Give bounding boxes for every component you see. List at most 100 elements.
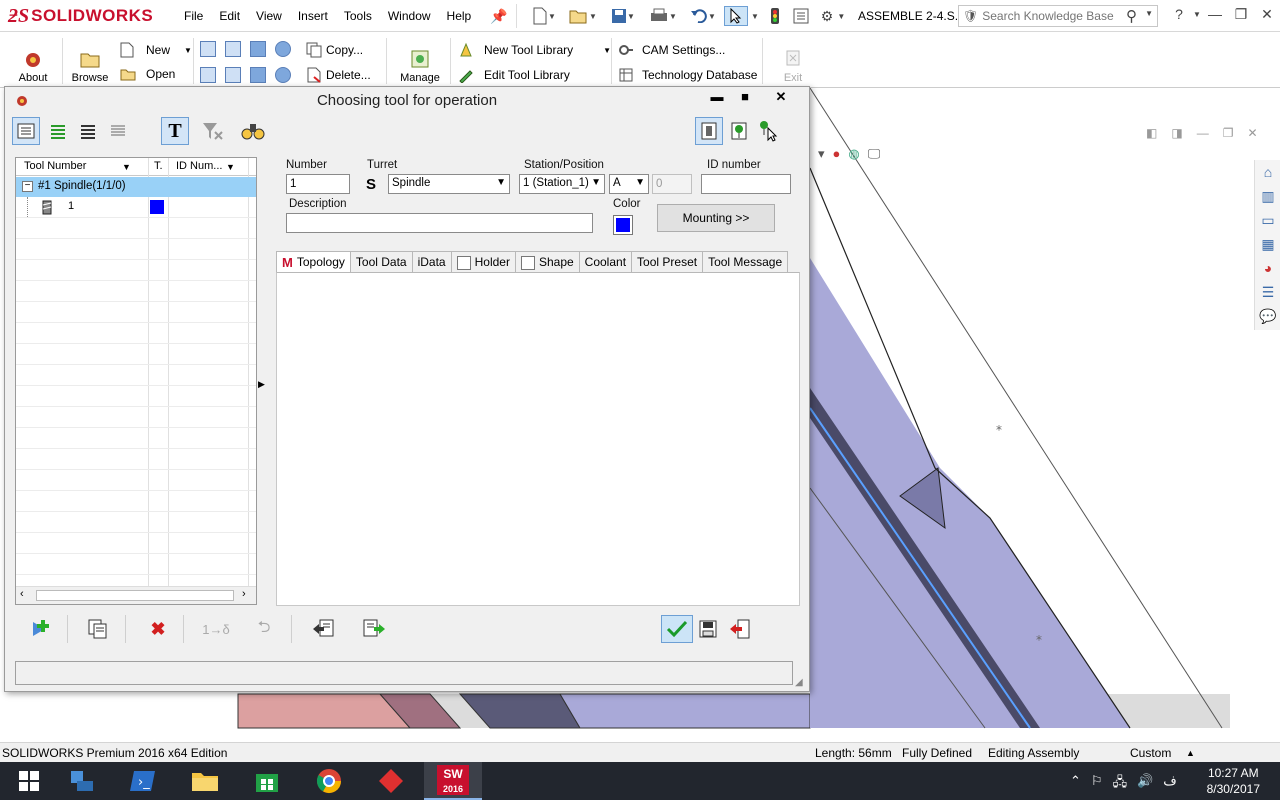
search-input[interactable] bbox=[982, 9, 1133, 23]
menu-window[interactable]: Window bbox=[380, 8, 439, 24]
exit-button[interactable]: Exit bbox=[776, 48, 810, 84]
network-icon[interactable]: 🖧 bbox=[1113, 773, 1128, 795]
new-dropdown-icon[interactable]: ▼ bbox=[184, 46, 192, 55]
view-palette-icon[interactable]: ▦ bbox=[1258, 236, 1278, 256]
input-language[interactable]: ف bbox=[1163, 773, 1176, 795]
clear-filter-icon[interactable] bbox=[199, 117, 227, 145]
tab-holder[interactable]: Holder bbox=[450, 251, 516, 273]
appearance-sphere-icon[interactable]: ● bbox=[833, 146, 841, 162]
export-tool-icon[interactable] bbox=[359, 615, 389, 643]
mounting-button[interactable]: Mounting >> bbox=[657, 204, 775, 232]
tab-shape[interactable]: Shape bbox=[514, 251, 580, 273]
system-clock[interactable]: 10:27 AM 8/30/2017 bbox=[1207, 765, 1260, 797]
new-button[interactable]: New ▼ bbox=[120, 42, 192, 58]
solidworks-logo[interactable]: ƻS SOLIDWORKS bbox=[8, 2, 154, 30]
copy-tool-icon[interactable] bbox=[83, 615, 113, 643]
knowledge-base-search[interactable]: 🛡 ⚲ ▼ bbox=[958, 5, 1158, 27]
restore-icon[interactable]: ❐ bbox=[1230, 6, 1252, 26]
tab-tool-message[interactable]: Tool Message bbox=[702, 251, 789, 273]
edit-tool-library-button[interactable]: Edit Tool Library bbox=[458, 67, 570, 83]
tab-tool-preset[interactable]: Tool Preset bbox=[631, 251, 704, 273]
library-cube-icon-2[interactable] bbox=[250, 67, 266, 83]
appearances-icon[interactable]: ◕ bbox=[1258, 260, 1278, 280]
manage-button[interactable]: Manage bbox=[396, 48, 444, 84]
menu-file[interactable]: File bbox=[176, 8, 211, 24]
scroll-left-icon[interactable]: ‹ bbox=[20, 588, 24, 600]
units-up-icon[interactable]: ▲ bbox=[1186, 748, 1195, 758]
dialog-minimize-icon[interactable]: ▬ bbox=[705, 88, 729, 106]
position-select[interactable]: A ▼ bbox=[609, 174, 649, 194]
tab-tool-data[interactable]: Tool Data bbox=[349, 251, 413, 273]
col-type[interactable]: T. bbox=[154, 160, 163, 172]
taskbar-chrome[interactable] bbox=[300, 762, 358, 800]
import-tool-icon[interactable] bbox=[309, 615, 339, 643]
flag-icon[interactable]: ⚐ bbox=[1091, 773, 1103, 795]
close-icon[interactable]: ✕ bbox=[1256, 6, 1278, 26]
open-button[interactable]: Open bbox=[120, 67, 175, 81]
show-hidden-icons-icon[interactable]: ⌃ bbox=[1070, 773, 1081, 795]
menu-tools[interactable]: Tools bbox=[336, 8, 380, 24]
file-explorer-icon[interactable]: ▭ bbox=[1258, 212, 1278, 232]
add-tool-icon[interactable] bbox=[25, 615, 55, 643]
viewport-prev-icon[interactable]: ◧ bbox=[1146, 126, 1157, 140]
display-monitor-icon[interactable]: 🖵 bbox=[868, 146, 881, 162]
dialog-maximize-icon[interactable]: ■ bbox=[733, 88, 757, 106]
exit-dialog-icon[interactable] bbox=[725, 615, 755, 643]
tab-idata[interactable]: iData bbox=[411, 251, 452, 273]
minimize-icon[interactable]: — bbox=[1204, 6, 1226, 26]
dialog-title-bar[interactable]: Choosing tool for operation ▬ ■ ✕ bbox=[5, 87, 809, 113]
library-cube-icon[interactable] bbox=[250, 41, 266, 57]
pin-icon[interactable]: 📌 bbox=[490, 6, 508, 26]
scene-icon[interactable]: ◍ bbox=[848, 146, 859, 162]
new-tool-library-dropdown-icon[interactable]: ▼ bbox=[603, 46, 611, 55]
library-icon-c[interactable] bbox=[200, 67, 216, 83]
turret-select[interactable]: Spindle ▼ bbox=[388, 174, 510, 194]
browse-button[interactable]: Browse bbox=[68, 48, 112, 84]
library-icon-d[interactable] bbox=[225, 67, 241, 83]
file-properties-icon[interactable] bbox=[790, 6, 812, 26]
shape-checkbox[interactable] bbox=[520, 256, 535, 270]
view-detail-list-icon[interactable] bbox=[74, 117, 102, 145]
tree-row-tool-1[interactable]: 1 bbox=[16, 197, 256, 217]
tool-info-icon[interactable] bbox=[695, 117, 723, 145]
id-number-field[interactable] bbox=[701, 174, 791, 194]
number-field[interactable] bbox=[286, 174, 350, 194]
tab-topology[interactable]: M Topology bbox=[276, 251, 351, 273]
tool-green-pin-icon[interactable] bbox=[725, 117, 753, 145]
units-selector[interactable]: Custom bbox=[1130, 746, 1171, 760]
return-tool-icon[interactable]: ⮌ bbox=[249, 615, 279, 643]
resize-grip-icon[interactable]: ◢ bbox=[795, 677, 803, 688]
library-icon-a[interactable] bbox=[200, 41, 216, 57]
tree-row-spindle[interactable]: − #1 Spindle(1/1/0) bbox=[16, 177, 256, 197]
view-green-list-icon[interactable] bbox=[44, 117, 72, 145]
start-button[interactable] bbox=[0, 762, 58, 800]
ok-select-button[interactable] bbox=[661, 615, 693, 643]
library-icon-b[interactable] bbox=[225, 41, 241, 57]
col-id-number-sort-icon[interactable]: ▼ bbox=[226, 162, 235, 172]
open-document-icon[interactable]: ▼ bbox=[566, 6, 600, 26]
station-select[interactable]: 1 (Station_1) ▼ bbox=[519, 174, 605, 194]
holder-checkbox[interactable] bbox=[456, 256, 471, 270]
rebuild-traffic-light-icon[interactable] bbox=[766, 6, 784, 26]
collapse-icon[interactable]: − bbox=[22, 181, 33, 192]
renumber-tool-icon[interactable]: 1→δ bbox=[201, 615, 231, 643]
menu-edit[interactable]: Edit bbox=[211, 8, 248, 24]
viewport-close-icon[interactable]: ✕ bbox=[1247, 126, 1257, 140]
text-view-icon[interactable]: T bbox=[161, 117, 189, 145]
design-library-icon[interactable]: ▥ bbox=[1258, 188, 1278, 208]
print-icon[interactable]: ▼ bbox=[646, 6, 680, 26]
scroll-thumb[interactable] bbox=[36, 590, 234, 601]
col-tool-number-sort-icon[interactable]: ▼ bbox=[122, 162, 131, 172]
home-icon[interactable]: ⌂ bbox=[1258, 164, 1278, 184]
library-drop-icon[interactable] bbox=[275, 67, 291, 83]
view-list-icon[interactable] bbox=[12, 117, 40, 145]
expand-panel-icon[interactable]: ▶ bbox=[258, 379, 265, 390]
save-icon[interactable]: ▼ bbox=[608, 6, 638, 26]
viewport-next-icon[interactable]: ◨ bbox=[1171, 126, 1182, 140]
description-field[interactable] bbox=[286, 213, 593, 233]
position-dropdown-icon[interactable]: ▼ bbox=[635, 177, 645, 188]
view-compact-list-icon[interactable] bbox=[104, 117, 132, 145]
turret-dropdown-icon[interactable]: ▼ bbox=[496, 177, 506, 188]
options-gear-icon[interactable]: ⚙ ▼ bbox=[816, 6, 850, 26]
forum-icon[interactable]: 💬 bbox=[1258, 308, 1278, 328]
